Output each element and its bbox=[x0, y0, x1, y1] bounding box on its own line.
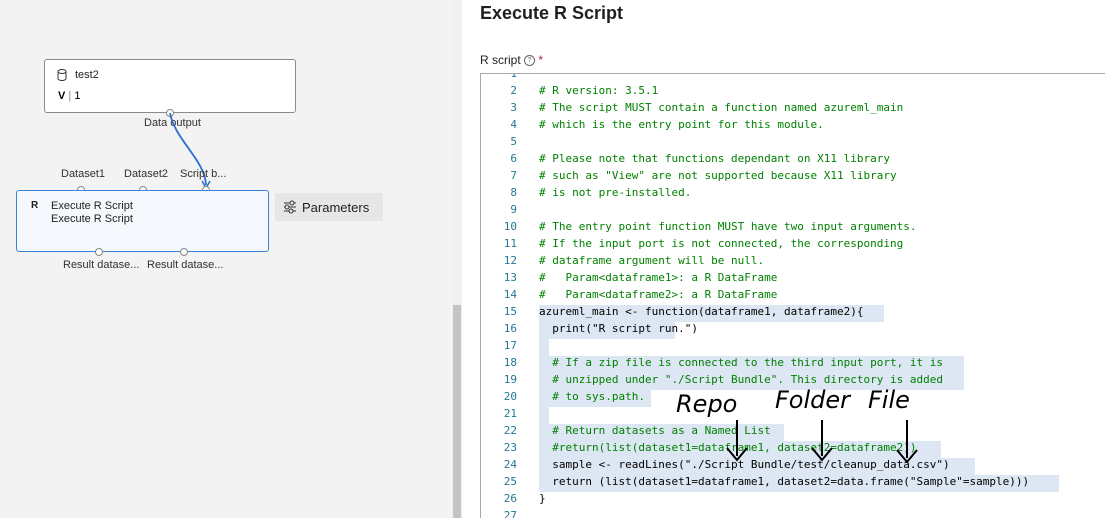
annotation-arrows bbox=[726, 420, 918, 464]
